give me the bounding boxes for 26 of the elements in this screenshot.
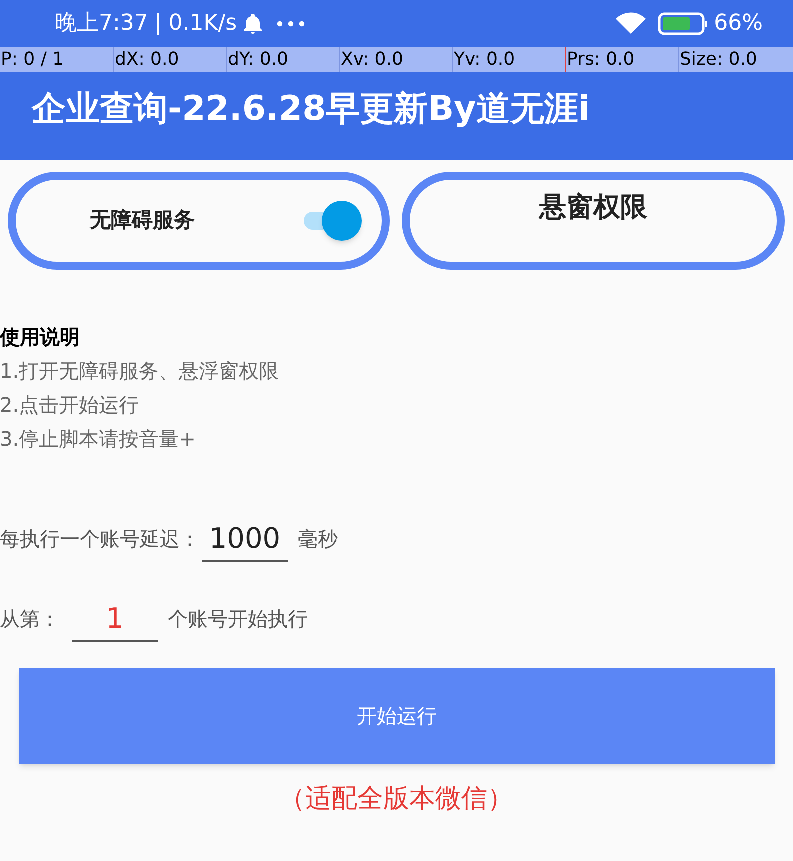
input-field[interactable]: 1 <box>72 596 158 642</box>
app-title: 企业查询-22.6.28早更新By道无涯i <box>32 88 590 131</box>
input-field[interactable]: 1000 <box>202 516 288 562</box>
instruction-line: 2.点击开始运行 <box>0 392 140 419</box>
unit-label: 个账号开始执行 <box>168 606 308 633</box>
network-speed: | 0.1K/s <box>154 10 238 38</box>
field-label: 从第： <box>0 606 60 633</box>
field-label: 每执行一个账号延迟： <box>0 526 200 553</box>
status-time: 晚上7:37 <box>55 10 148 38</box>
battery-icon <box>658 12 708 36</box>
pointer-stat: Xv: 0.0 <box>341 49 404 70</box>
pointer-stat: Prs: 0.0 <box>567 49 635 70</box>
instruction-line: 3.停止脚本请按音量+ <box>0 426 197 453</box>
wifi-icon <box>616 12 646 36</box>
pointer-stat: Size: 0.0 <box>680 49 758 70</box>
compatibility-note: （适配全版本微信） <box>280 783 514 816</box>
pointer-stat: dY: 0.0 <box>228 49 288 70</box>
switch-label: 无障碍服务 <box>90 207 195 234</box>
pointer-stat: P: 0 / 1 <box>1 49 64 70</box>
instruction-line: 1.打开无障碍服务、悬浮窗权限 <box>0 358 280 385</box>
more-icon <box>277 20 306 26</box>
overlay-permission-button[interactable]: 悬窗权限 <box>402 172 785 270</box>
pointer-stat: Yv: 0.0 <box>454 49 516 70</box>
battery-percentage: 66% <box>714 10 763 38</box>
pointer-stat: dX: 0.0 <box>115 49 180 70</box>
unit-label: 毫秒 <box>298 526 338 553</box>
